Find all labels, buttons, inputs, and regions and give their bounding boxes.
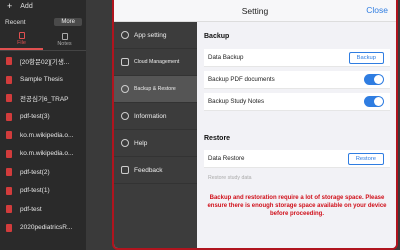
modal-header: Setting Close	[114, 0, 396, 22]
nav-information[interactable]: Information	[114, 103, 197, 130]
restore-button[interactable]: Restore	[347, 152, 384, 165]
settings-content: Backup Data Backup Backup Backup PDF doc…	[197, 22, 396, 248]
add-button[interactable]: + Add	[0, 0, 86, 12]
add-label: Add	[20, 2, 33, 10]
pdf-icon	[6, 112, 12, 121]
nav-label: Backup & Restore	[134, 86, 176, 92]
file-tabs: File Notes	[0, 29, 86, 51]
list-item[interactable]: ko.m.wikipedia.o...	[0, 145, 86, 164]
nav-cloud-management[interactable]: Cloud Management	[114, 49, 197, 76]
file-name: ko.m.wikipedia.o...	[20, 150, 74, 158]
pdf-icon	[6, 75, 12, 84]
list-item[interactable]: pdf-test(3)	[0, 108, 86, 127]
backup-icon	[121, 85, 129, 93]
settings-modal: Setting Close App setting Cloud Manageme…	[112, 0, 398, 250]
info-icon	[121, 112, 129, 120]
pdf-icon	[6, 131, 12, 140]
settings-nav: App setting Cloud Management Backup & Re…	[114, 22, 197, 248]
data-restore-row: Data Restore Restore	[204, 150, 390, 168]
backup-button[interactable]: Backup	[348, 51, 384, 64]
storage-warning: Backup and restoration require a lot of …	[207, 195, 387, 217]
tab-file-label: File	[17, 39, 26, 46]
nav-help[interactable]: Help	[114, 130, 197, 157]
tab-notes[interactable]: Notes	[43, 29, 86, 50]
tab-file[interactable]: File	[0, 29, 43, 50]
app-sidebar: + Add Recent More File Notes [20항문02][기생…	[0, 0, 86, 250]
data-backup-row: Data Backup Backup	[204, 49, 390, 67]
nav-label: App setting	[134, 31, 167, 39]
nav-label: Feedback	[134, 166, 163, 174]
file-list: [20항문02][기생... Sample Thesis 전공심기6_TRAP …	[0, 52, 86, 237]
list-item[interactable]: pdf-test	[0, 200, 86, 219]
pdf-icon	[6, 57, 12, 66]
nav-feedback[interactable]: Feedback	[114, 157, 197, 184]
file-name: pdf-test(1)	[20, 187, 50, 195]
list-item[interactable]: pdf-test(1)	[0, 182, 86, 201]
file-icon	[18, 31, 25, 39]
nav-label: Help	[134, 139, 148, 147]
file-name: [20항문02][기생...	[20, 59, 70, 67]
notes-icon	[61, 32, 68, 40]
gear-icon	[121, 31, 129, 39]
modal-title: Setting	[241, 5, 269, 16]
backup-section-title: Backup	[204, 33, 230, 40]
pdf-icon	[6, 186, 12, 195]
feedback-icon	[121, 166, 129, 174]
backup-pdf-label: Backup PDF documents	[208, 76, 275, 83]
list-item[interactable]: Sample Thesis	[0, 71, 86, 90]
file-name: pdf-test(3)	[20, 113, 50, 121]
pdf-icon	[6, 223, 12, 232]
restore-section-title: Restore	[204, 135, 231, 142]
close-button[interactable]: Close	[366, 5, 388, 15]
backup-pdf-row: Backup PDF documents	[204, 71, 390, 89]
list-item[interactable]: [20항문02][기생...	[0, 52, 86, 71]
file-name: 전공심기6_TRAP	[20, 96, 69, 104]
backup-notes-toggle[interactable]	[364, 96, 384, 107]
help-icon	[121, 139, 129, 147]
pdf-icon	[6, 94, 12, 103]
more-button[interactable]: More	[54, 18, 82, 26]
list-item[interactable]: ko.m.wikipedia.o...	[0, 126, 86, 145]
recent-label: Recent	[5, 18, 26, 26]
file-name: pdf-test	[20, 205, 42, 213]
file-name: Sample Thesis	[20, 76, 63, 84]
pdf-icon	[6, 205, 12, 214]
data-backup-label: Data Backup	[208, 54, 244, 61]
data-restore-label: Data Restore	[208, 155, 245, 162]
nav-app-setting[interactable]: App setting	[114, 22, 197, 49]
plus-icon: +	[7, 1, 13, 11]
restore-hint: Restore study data	[208, 175, 252, 181]
nav-backup-restore[interactable]: Backup & Restore	[114, 76, 197, 103]
list-item[interactable]: pdf-test(2)	[0, 163, 86, 182]
nav-label: Information	[134, 112, 167, 120]
file-name: 2020pediatricsR...	[20, 224, 73, 232]
backup-notes-row: Backup Study Notes	[204, 93, 390, 111]
recent-header: Recent More	[0, 16, 86, 28]
list-item[interactable]: 전공심기6_TRAP	[0, 89, 86, 108]
backup-pdf-toggle[interactable]	[364, 74, 384, 85]
pdf-icon	[6, 168, 12, 177]
nav-label: Cloud Management	[134, 59, 180, 65]
file-name: ko.m.wikipedia.o...	[20, 131, 74, 139]
backup-notes-label: Backup Study Notes	[208, 98, 265, 105]
list-item[interactable]: 2020pediatricsR...	[0, 219, 86, 238]
cloud-icon	[121, 58, 129, 66]
tab-notes-label: Notes	[57, 40, 72, 47]
pdf-icon	[6, 149, 12, 158]
file-name: pdf-test(2)	[20, 168, 50, 176]
